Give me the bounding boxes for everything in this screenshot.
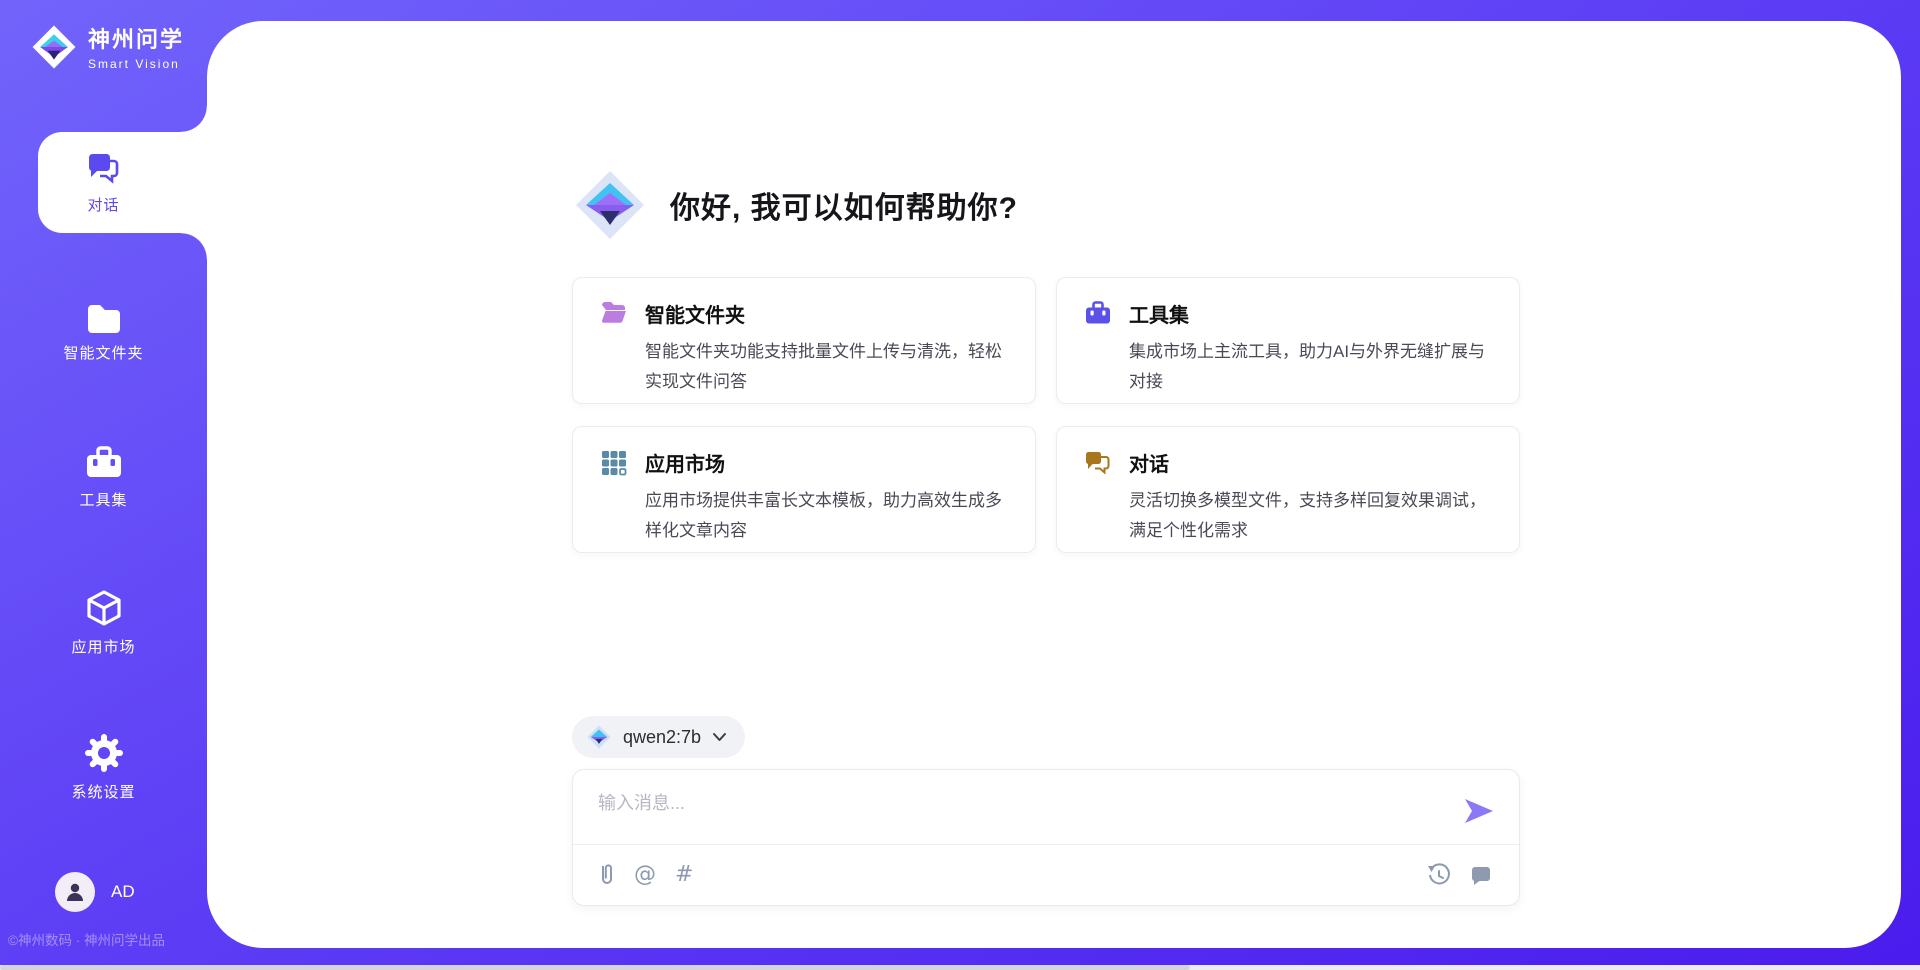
send-button[interactable] xyxy=(1463,796,1495,828)
sidebar-item-chat[interactable]: 对话 xyxy=(0,132,207,233)
card-description: 灵活切换多模型文件，支持多样回复效果调试，满足个性化需求 xyxy=(1129,486,1495,546)
folder-open-icon xyxy=(601,301,627,323)
send-icon xyxy=(1463,797,1495,825)
briefcase-icon xyxy=(1085,301,1111,325)
composer-toolbar: @ # xyxy=(573,844,1519,905)
greeting-title: 你好, 我可以如何帮助你? xyxy=(670,183,1018,227)
assistant-logo-icon xyxy=(572,167,648,243)
tab-curve-bottom xyxy=(181,233,207,259)
card-smart-folder[interactable]: 智能文件夹 智能文件夹功能支持批量文件上传与清洗，轻松实现文件问答 xyxy=(572,277,1036,404)
attach-file-button[interactable] xyxy=(599,863,615,887)
briefcase-icon xyxy=(85,446,123,480)
sidebar-item-label: 应用市场 xyxy=(71,636,135,657)
card-chat[interactable]: 对话 灵活切换多模型文件，支持多样回复效果调试，满足个性化需求 xyxy=(1056,426,1520,553)
sidebar-item-smart-folder[interactable]: 智能文件夹 xyxy=(0,288,207,378)
app-grid-icon xyxy=(601,450,627,476)
copyright-footer: ©神州数码 · 神州问学出品 xyxy=(8,929,207,949)
sidebar-item-label: 工具集 xyxy=(79,489,127,510)
user-name: AD xyxy=(111,882,135,902)
active-tab-background xyxy=(38,132,207,233)
sidebar-item-label: 智能文件夹 xyxy=(63,342,143,363)
card-description: 集成市场上主流工具，助力AI与外界无缝扩展与对接 xyxy=(1129,337,1495,397)
greeting: 你好, 我可以如何帮助你? xyxy=(572,167,1520,243)
conversation-button[interactable] xyxy=(1469,863,1493,887)
user-profile[interactable]: AD xyxy=(55,872,135,912)
chat-icon xyxy=(1085,450,1111,474)
main-panel: 你好, 我可以如何帮助你? 智能文件夹 智能文件夹功能支持批量文件上传与清洗，轻… xyxy=(207,21,1901,948)
mention-button[interactable]: @ xyxy=(634,865,656,885)
horizontal-scrollbar[interactable] xyxy=(0,965,1920,970)
chevron-down-icon xyxy=(712,732,727,742)
card-description: 智能文件夹功能支持批量文件上传与清洗，轻松实现文件问答 xyxy=(645,337,1011,397)
sidebar-item-app-market[interactable]: 应用市场 xyxy=(0,578,207,668)
topic-button[interactable]: # xyxy=(675,865,693,885)
scrollbar-thumb[interactable] xyxy=(0,965,1190,970)
sidebar-item-toolset[interactable]: 工具集 xyxy=(0,433,207,523)
card-title: 应用市场 xyxy=(645,448,1011,477)
sidebar-item-label: 对话 xyxy=(87,194,119,215)
cube-icon xyxy=(86,589,122,627)
model-name: qwen2:7b xyxy=(623,727,701,748)
message-input[interactable] xyxy=(573,770,1519,844)
avatar xyxy=(55,872,95,912)
card-description: 应用市场提供丰富长文本模板，助力高效生成多样化文章内容 xyxy=(645,486,1011,546)
folder-icon xyxy=(86,303,122,333)
message-composer: @ # xyxy=(572,769,1520,906)
diamond-logo-icon xyxy=(30,23,78,71)
history-button[interactable] xyxy=(1427,863,1451,887)
main-content: 你好, 我可以如何帮助你? 智能文件夹 智能文件夹功能支持批量文件上传与清洗，轻… xyxy=(572,21,1520,948)
at-icon: @ xyxy=(634,865,656,885)
brand-subtitle: Smart Vision xyxy=(88,57,184,71)
sidebar: 神州问学 Smart Vision 对话 智能文件夹 工具集 xyxy=(0,0,207,970)
history-icon xyxy=(1427,863,1451,887)
card-title: 工具集 xyxy=(1129,299,1495,328)
feature-cards: 智能文件夹 智能文件夹功能支持批量文件上传与清洗，轻松实现文件问答 工具集 集成… xyxy=(572,277,1520,553)
model-logo-icon xyxy=(586,724,612,750)
hash-icon: # xyxy=(675,865,693,885)
chat-icon xyxy=(86,151,122,185)
sidebar-item-settings[interactable]: 系统设置 xyxy=(0,723,207,813)
card-title: 对话 xyxy=(1129,448,1495,477)
sidebar-item-label: 系统设置 xyxy=(71,781,135,802)
gear-icon xyxy=(85,734,123,772)
person-icon xyxy=(64,881,86,903)
model-selector[interactable]: qwen2:7b xyxy=(572,716,745,758)
chat-bubble-icon xyxy=(1469,863,1493,887)
paperclip-icon xyxy=(599,863,615,887)
card-toolset[interactable]: 工具集 集成市场上主流工具，助力AI与外界无缝扩展与对接 xyxy=(1056,277,1520,404)
card-title: 智能文件夹 xyxy=(645,299,1011,328)
brand-name: 神州问学 xyxy=(88,22,184,54)
tab-curve-top xyxy=(181,106,207,132)
card-app-market[interactable]: 应用市场 应用市场提供丰富长文本模板，助力高效生成多样化文章内容 xyxy=(572,426,1036,553)
app-logo: 神州问学 Smart Vision xyxy=(30,22,184,71)
